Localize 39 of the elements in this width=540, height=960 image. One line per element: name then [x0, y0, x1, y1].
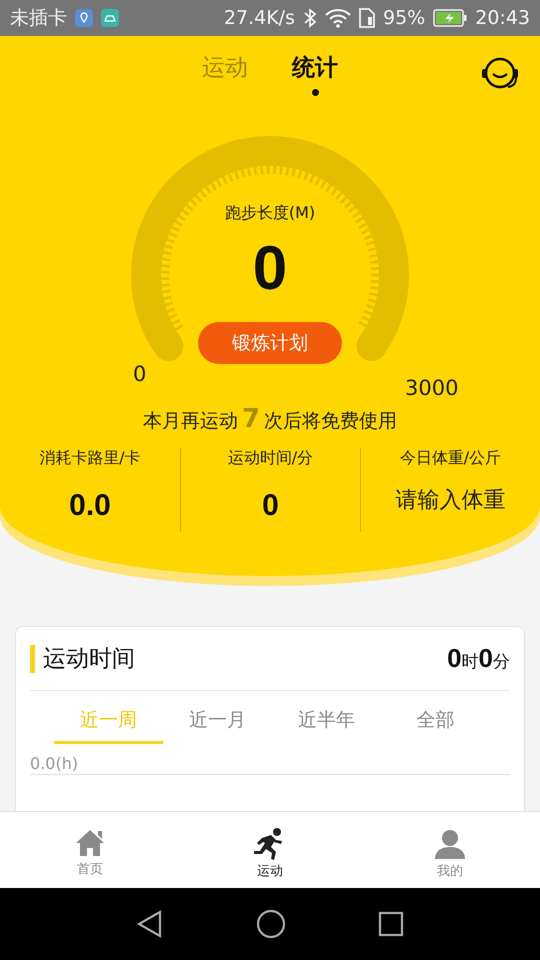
carrier-text: 未插卡	[10, 6, 67, 31]
network-speed-text: 27.4K/s	[224, 7, 295, 29]
home-circle-icon[interactable]	[256, 909, 286, 939]
home-icon	[75, 828, 105, 858]
clock-text: 20:43	[475, 7, 530, 29]
battery-percent-text: 95%	[383, 7, 426, 29]
stat-value: 0.0	[69, 489, 111, 523]
gauge-min-label: 0	[133, 362, 146, 386]
nav-item[interactable]: 我的	[360, 812, 540, 888]
card-title: 运动时间	[43, 645, 136, 674]
battery-charging-icon	[433, 9, 468, 27]
tab[interactable]: 运动	[202, 52, 248, 96]
workout-plan-button[interactable]: 锻炼计划	[198, 322, 342, 364]
stat-label: 运动时间/分	[228, 448, 314, 469]
chart-axis-label: 0.0(h)	[30, 754, 510, 775]
gauge-title: 跑步长度(M)	[224, 203, 316, 224]
tab[interactable]: 统计	[292, 52, 338, 96]
gauge-max-label: 3000	[405, 376, 458, 400]
location-icon	[75, 9, 93, 27]
wifi-icon	[325, 8, 351, 28]
bluetooth-icon	[303, 8, 317, 28]
free-use-notice: 本月再运动 7 次后将免费使用	[142, 404, 398, 436]
weight-input-field[interactable]: 请输入体重	[396, 485, 506, 515]
accent-bar	[30, 644, 35, 672]
period-tab[interactable]: 近一月	[163, 699, 272, 744]
stat-label: 今日体重/公斤	[400, 448, 502, 469]
distance-value: 0	[252, 238, 288, 300]
stat-label: 消耗卡路里/卡	[39, 448, 141, 469]
period-tab[interactable]: 全部	[381, 699, 490, 744]
back-icon[interactable]	[136, 910, 164, 938]
period-tab[interactable]: 近半年	[272, 699, 381, 744]
person-icon	[434, 828, 466, 860]
stat-value: 0	[262, 489, 279, 523]
app-notification-icon	[101, 9, 119, 27]
recents-icon[interactable]	[378, 911, 404, 937]
sim-card-icon	[359, 8, 375, 28]
nav-item[interactable]: 运动	[180, 812, 360, 888]
nav-item[interactable]: 首页	[0, 812, 180, 888]
total-time-text: 0时0分	[447, 643, 510, 674]
